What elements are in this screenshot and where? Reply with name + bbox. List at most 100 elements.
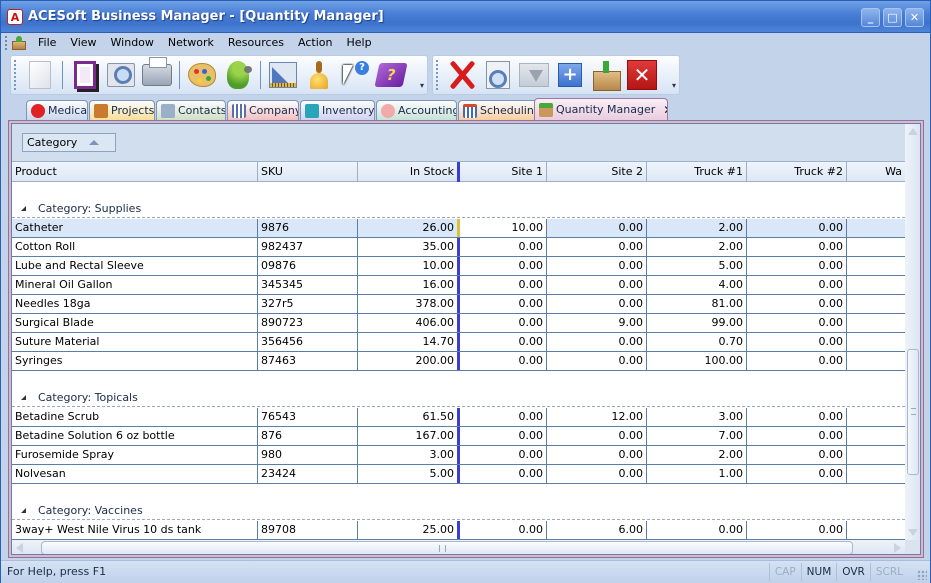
print-button[interactable] <box>139 57 175 93</box>
cell-sku[interactable]: 876 <box>258 427 358 445</box>
cell-product[interactable]: Surgical Blade <box>12 314 258 332</box>
cell-in-stock[interactable]: 10.00 <box>358 257 460 275</box>
vertical-scroll-thumb[interactable] <box>907 349 919 475</box>
maximize-button[interactable]: □ <box>883 8 902 27</box>
toolbar-overflow-chevron-icon[interactable]: ▾ <box>418 80 426 92</box>
cell-truck1[interactable]: 81.00 <box>647 295 747 313</box>
toolbar-overflow-chevron-icon[interactable]: ▾ <box>670 80 678 92</box>
cell-truck1[interactable]: 3.00 <box>647 408 747 426</box>
menubar-grip[interactable] <box>5 36 8 50</box>
cell-site2[interactable]: 0.00 <box>547 333 647 351</box>
menu-window[interactable]: Window <box>104 33 161 53</box>
cell-site2[interactable]: 0.00 <box>547 465 647 483</box>
table-row[interactable]: Surgical Blade 890723 406.00 0.00 9.00 99.00 0… <box>12 314 905 333</box>
bell-button[interactable] <box>301 57 337 93</box>
table-row[interactable]: Needles 18ga 327r5 378.00 0.00 0.00 81.00 0.00 <box>12 295 905 314</box>
cell-in-stock[interactable]: 406.00 <box>358 314 460 332</box>
column-header-sku[interactable]: SKU <box>258 162 358 182</box>
cell-in-stock[interactable]: 200.00 <box>358 352 460 370</box>
cell-truck1[interactable]: 99.00 <box>647 314 747 332</box>
cell-in-stock[interactable]: 167.00 <box>358 427 460 445</box>
cell-warehouse[interactable] <box>847 257 905 275</box>
cell-warehouse[interactable] <box>847 295 905 313</box>
cell-truck1[interactable]: 0.00 <box>647 521 747 539</box>
cell-warehouse[interactable] <box>847 465 905 483</box>
cell-warehouse[interactable] <box>847 276 905 294</box>
horizontal-scrollbar[interactable] <box>12 540 905 554</box>
table-row[interactable]: Betadine Scrub 76543 61.50 0.00 12.00 3.00 0.0… <box>12 408 905 427</box>
cell-truck2[interactable]: 0.00 <box>747 408 847 426</box>
cell-product[interactable]: Lube and Rectal Sleeve <box>12 257 258 275</box>
cell-warehouse[interactable] <box>847 333 905 351</box>
cell-site1[interactable]: 0.00 <box>460 465 547 483</box>
add-button[interactable]: + <box>552 57 588 93</box>
cell-truck1[interactable]: 100.00 <box>647 352 747 370</box>
column-header-truck-1[interactable]: Truck #1 <box>647 162 747 182</box>
cell-sku[interactable]: 982437 <box>258 238 358 256</box>
cell-site1[interactable]: 0.00 <box>460 408 547 426</box>
group-row[interactable]: Category: Topicals <box>12 388 905 407</box>
context-help-button[interactable] <box>337 57 373 93</box>
column-header-site-2[interactable]: Site 2 <box>547 162 647 182</box>
cell-site2[interactable]: 0.00 <box>547 219 647 237</box>
toolbar-grip[interactable] <box>436 60 440 90</box>
cell-in-stock[interactable]: 25.00 <box>358 521 460 539</box>
tab-inventory[interactable]: Inventory <box>300 100 375 120</box>
cell-sku[interactable]: 23424 <box>258 465 358 483</box>
tab-medical[interactable]: Medical <box>26 100 88 120</box>
cell-site1[interactable]: 0.00 <box>460 238 547 256</box>
cell-in-stock[interactable]: 26.00 <box>358 219 460 237</box>
cell-truck1[interactable]: 7.00 <box>647 427 747 445</box>
cell-product[interactable]: Cotton Roll <box>12 238 258 256</box>
cell-truck1[interactable]: 2.00 <box>647 446 747 464</box>
cell-truck1[interactable]: 0.70 <box>647 333 747 351</box>
cell-site2[interactable]: 0.00 <box>547 295 647 313</box>
cell-in-stock[interactable]: 14.70 <box>358 333 460 351</box>
scroll-up-arrow-icon[interactable] <box>908 128 918 135</box>
cell-truck2[interactable]: 0.00 <box>747 352 847 370</box>
cell-site2[interactable]: 12.00 <box>547 408 647 426</box>
table-row[interactable]: 3way+ West Nile Virus 10 ds tank 89708 25.… <box>12 521 905 540</box>
cell-site1[interactable]: 0.00 <box>460 352 547 370</box>
import-button[interactable] <box>588 57 624 93</box>
cell-site2[interactable]: 0.00 <box>547 238 647 256</box>
menu-network[interactable]: Network <box>161 33 221 53</box>
cell-product[interactable]: Betadine Solution 6 oz bottle <box>12 427 258 445</box>
menu-resources[interactable]: Resources <box>221 33 291 53</box>
cell-product[interactable]: Furosemide Spray <box>12 446 258 464</box>
cell-truck2[interactable]: 0.00 <box>747 427 847 445</box>
table-row[interactable]: Syringes 87463 200.00 0.00 0.00 100.00 0.00 <box>12 352 905 371</box>
cell-sku[interactable]: 980 <box>258 446 358 464</box>
tab-projects[interactable]: Projects <box>89 100 155 120</box>
cell-sku[interactable]: 89708 <box>258 521 358 539</box>
cell-warehouse[interactable] <box>847 352 905 370</box>
tab-contacts[interactable]: Contacts <box>156 100 226 120</box>
cell-truck2[interactable]: 0.00 <box>747 238 847 256</box>
cell-sku[interactable]: 76543 <box>258 408 358 426</box>
column-header-in-stock[interactable]: In Stock <box>358 162 460 182</box>
cell-warehouse[interactable] <box>847 521 905 539</box>
cell-site2[interactable]: 0.00 <box>547 257 647 275</box>
close-window-button[interactable]: ✕ <box>905 8 924 27</box>
cell-product[interactable]: Mineral Oil Gallon <box>12 276 258 294</box>
delete-button[interactable] <box>444 57 480 93</box>
column-header-wa[interactable]: Wa <box>847 162 905 182</box>
resize-grip-icon[interactable] <box>917 570 927 580</box>
cell-site2[interactable]: 0.00 <box>547 427 647 445</box>
ruler-button[interactable] <box>265 57 301 93</box>
menu-help[interactable]: Help <box>339 33 378 53</box>
table-row[interactable]: Furosemide Spray 980 3.00 0.00 0.00 2.00 0.00 <box>12 446 905 465</box>
scroll-right-arrow-icon[interactable] <box>894 543 901 553</box>
group-row[interactable]: Category: Supplies <box>12 199 905 218</box>
tab-quantity-manager[interactable]: Quantity Manager ✕ <box>534 98 668 120</box>
cell-sku[interactable]: 9876 <box>258 219 358 237</box>
help-book-button[interactable]: ? <box>373 57 409 93</box>
column-header-site-1[interactable]: Site 1 <box>460 162 547 182</box>
filter-button[interactable] <box>516 57 552 93</box>
cell-site1[interactable]: 0.00 <box>460 521 547 539</box>
cell-truck2[interactable]: 0.00 <box>747 521 847 539</box>
cell-site2[interactable]: 9.00 <box>547 314 647 332</box>
cell-warehouse[interactable] <box>847 427 905 445</box>
cell-site1[interactable]: 0.00 <box>460 314 547 332</box>
cell-truck1[interactable]: 5.00 <box>647 257 747 275</box>
